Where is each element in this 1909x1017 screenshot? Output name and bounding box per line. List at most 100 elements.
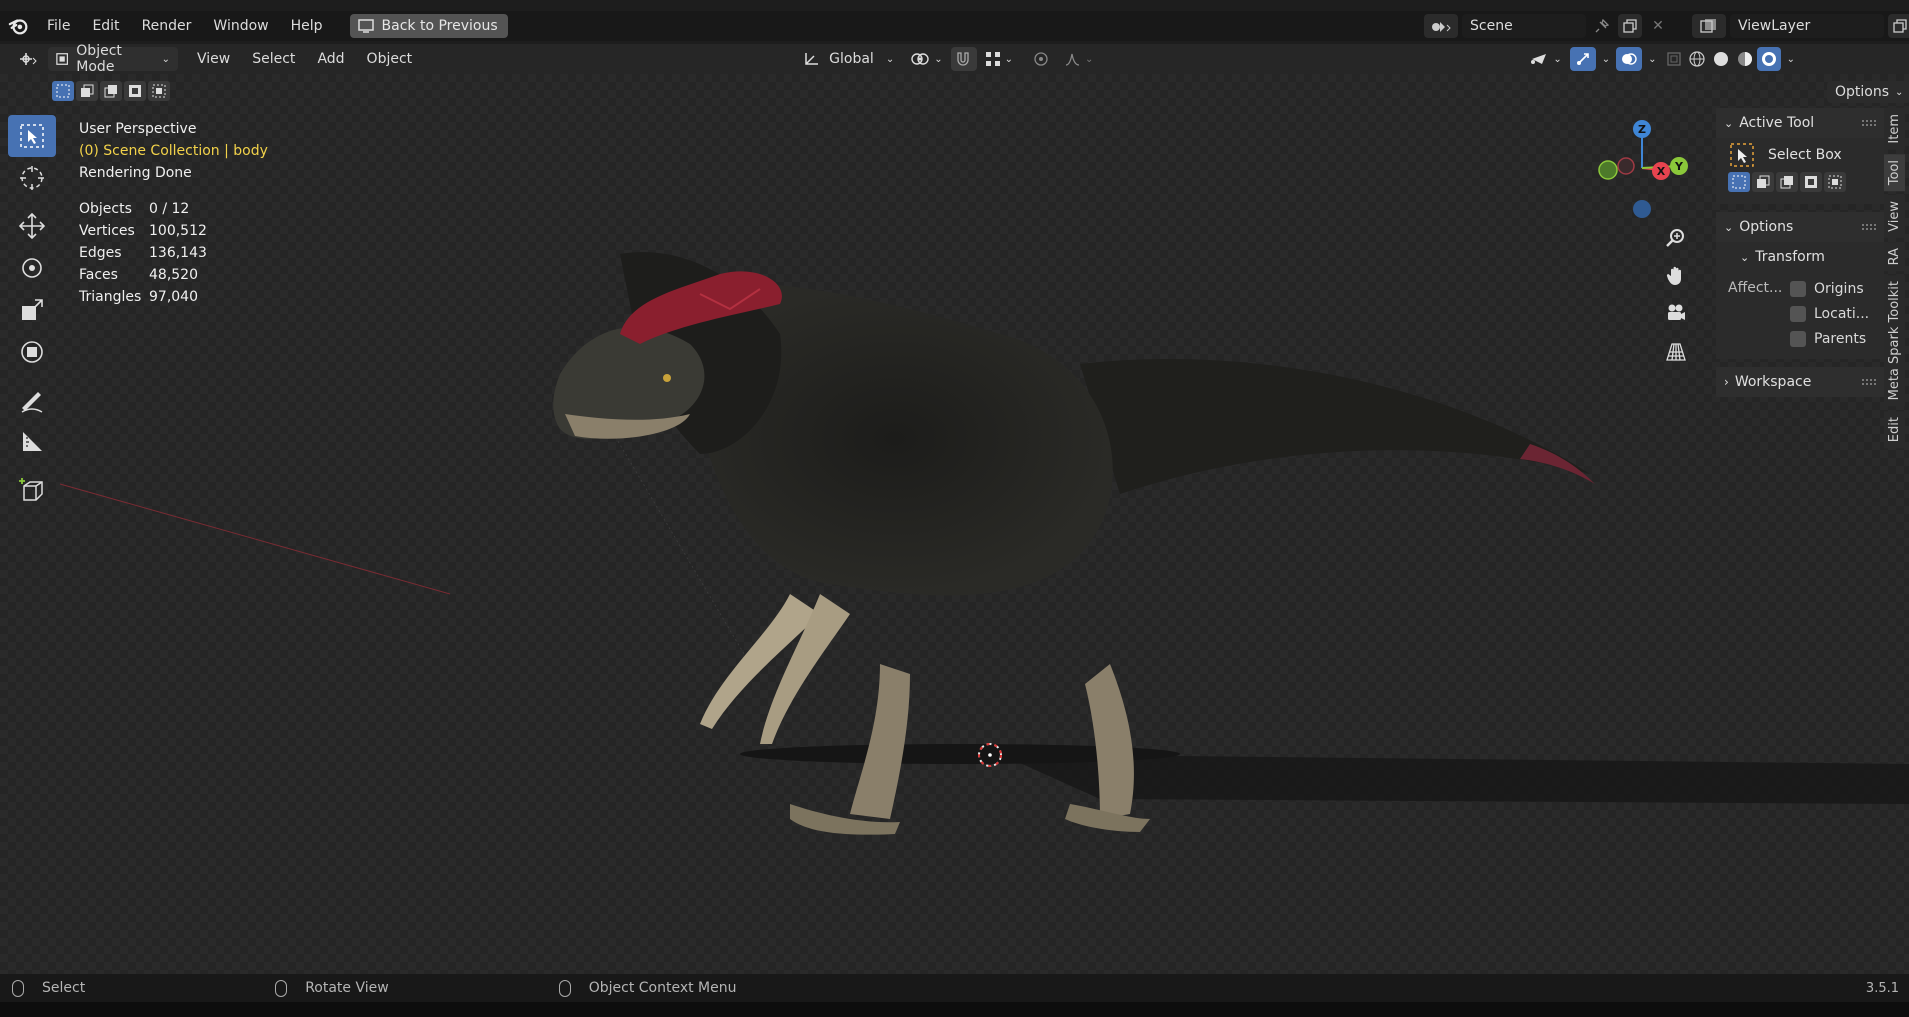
gizmo-neg-y-ball[interactable] (1598, 160, 1618, 180)
visibility-dropdown[interactable]: ⌄ (1521, 47, 1569, 71)
select-mode-intersect[interactable] (148, 81, 170, 101)
workspace-panel-header[interactable]: › Workspace (1716, 367, 1884, 397)
select-mode-new[interactable] (52, 81, 74, 101)
header-menu-add[interactable]: Add (306, 44, 355, 74)
navigation-gizmo[interactable]: Z X Y (1588, 113, 1698, 223)
rotate-icon (22, 258, 42, 278)
zoom-button[interactable] (1661, 224, 1691, 252)
editor-type-button[interactable] (10, 47, 46, 71)
transform-subpanel-header[interactable]: ⌄ Transform (1716, 242, 1884, 272)
tool-select-box[interactable] (8, 115, 56, 157)
header-menu-view[interactable]: View (186, 44, 241, 74)
tab-edit[interactable]: Edit (1884, 410, 1905, 448)
tab-meta-spark-toolkit[interactable]: Meta Spark Toolkit (1884, 275, 1905, 407)
active-tool-panel-header[interactable]: ⌄ Active Tool (1716, 108, 1884, 138)
options-panel-header[interactable]: ⌄ Options (1716, 212, 1884, 242)
shading-solid[interactable] (1709, 47, 1733, 71)
camera-view-button[interactable] (1661, 300, 1691, 328)
overlays-toggle[interactable] (1616, 47, 1643, 71)
view-layer-field[interactable]: ViewLayer (1730, 14, 1884, 38)
back-to-previous-button[interactable]: Back to Previous (349, 14, 508, 38)
tool-move[interactable] (8, 205, 56, 247)
affect-parents-checkbox[interactable]: Parents (1790, 326, 1869, 351)
shading-material[interactable] (1733, 47, 1757, 71)
annotate-pen-icon (21, 392, 43, 413)
tab-item[interactable]: Item (1884, 108, 1905, 150)
chevron-down-icon[interactable]: ⌄ (1787, 54, 1795, 65)
checkbox-box[interactable] (1790, 280, 1806, 297)
xray-toggle[interactable] (1663, 47, 1685, 71)
scene-selector-group: Scene ✕ ViewLayer ❚❚ (1424, 14, 1909, 38)
options-dropdown[interactable]: Options ⌄ (1827, 81, 1909, 103)
menu-file[interactable]: File (36, 11, 81, 41)
tool-scale[interactable] (8, 289, 56, 331)
active-tool-row[interactable]: Select Box (1716, 138, 1884, 172)
gizmo-neg-z-ball[interactable] (1633, 200, 1651, 218)
checkbox-box[interactable] (1790, 330, 1806, 347)
menu-window[interactable]: Window (202, 11, 279, 41)
tab-view[interactable]: View (1884, 194, 1905, 238)
tool-cursor[interactable] (8, 157, 56, 199)
shading-rendered[interactable] (1756, 47, 1781, 71)
transform-orientation-dropdown[interactable]: Global ⌄ (795, 47, 902, 71)
scene-name-field[interactable]: Scene (1462, 14, 1586, 38)
affect-locations-checkbox[interactable]: Locati... (1790, 301, 1869, 326)
blender-logo-icon[interactable] (8, 15, 30, 37)
sidebar-n-panel: ⌄ Active Tool Select Box ⌄ Options ⌄ Tra… (1716, 108, 1884, 397)
select-mode-invert[interactable] (124, 81, 146, 101)
chevron-down-icon[interactable]: ⌄ (1602, 54, 1610, 65)
select-mode-extend[interactable] (76, 81, 98, 101)
stats-label: Triangles (79, 289, 142, 305)
scene-browse-button[interactable] (1424, 14, 1458, 38)
viewport-header: Object Mode ⌄ View Select Add Object Glo… (0, 43, 1909, 75)
gizmo-x-label: X (1657, 165, 1666, 178)
view-layer-browse-button[interactable] (1692, 14, 1726, 38)
menu-edit[interactable]: Edit (81, 11, 130, 41)
select-mode-intersect[interactable] (1824, 172, 1846, 192)
stats-row: Faces 48,520 (79, 264, 207, 286)
select-mode-subtract[interactable] (100, 81, 122, 101)
status-bar: Select Rotate View Object Context Menu 3… (0, 974, 1909, 1002)
mode-dropdown[interactable]: Object Mode ⌄ (48, 43, 178, 75)
tab-tool[interactable]: Tool (1884, 153, 1905, 191)
pan-button[interactable] (1661, 262, 1691, 290)
tool-measure[interactable] (8, 421, 56, 463)
new-view-layer-button[interactable] (1888, 14, 1909, 38)
pivot-point-dropdown[interactable]: ⌄ (902, 47, 950, 71)
tool-add-cube[interactable] (8, 469, 56, 511)
shading-wireframe[interactable] (1685, 47, 1709, 71)
mouse-middle-icon (275, 979, 288, 997)
pin-scene-button[interactable] (1590, 14, 1614, 38)
falloff-curve-icon (1065, 53, 1080, 66)
drag-grip-icon[interactable] (1862, 224, 1876, 230)
select-mode-new[interactable] (1728, 172, 1750, 192)
gizmo-neg-x-ball[interactable] (1617, 157, 1635, 175)
duplicate-icon (1623, 19, 1637, 33)
new-scene-button[interactable] (1618, 14, 1642, 38)
delete-scene-button[interactable]: ✕ (1646, 14, 1670, 38)
tool-annotate[interactable] (8, 379, 56, 421)
menu-help[interactable]: Help (280, 11, 334, 41)
chevron-down-icon: ⌄ (1724, 116, 1734, 130)
snap-toggle[interactable] (950, 47, 977, 71)
select-mode-extend[interactable] (1752, 172, 1774, 192)
checkbox-box[interactable] (1790, 305, 1806, 322)
select-mode-invert[interactable] (1800, 172, 1822, 192)
drag-grip-icon[interactable] (1862, 120, 1876, 126)
perspective-toggle-button[interactable] (1661, 338, 1691, 366)
select-mode-subtract[interactable] (1776, 172, 1798, 192)
tab-ra[interactable]: RA (1884, 241, 1905, 272)
snap-target-dropdown[interactable]: ⌄ (977, 47, 1021, 71)
falloff-dropdown[interactable]: ⌄ (1057, 47, 1101, 71)
tool-rotate[interactable] (8, 247, 56, 289)
affect-origins-checkbox[interactable]: Origins (1790, 276, 1869, 301)
chevron-down-icon[interactable]: ⌄ (1648, 54, 1656, 65)
menu-render[interactable]: Render (131, 11, 203, 41)
proportional-edit-toggle[interactable] (1025, 47, 1057, 71)
header-menu-object[interactable]: Object (356, 44, 424, 74)
header-menu-select[interactable]: Select (241, 44, 306, 74)
gizmo-toggle[interactable] (1569, 47, 1596, 71)
drag-grip-icon[interactable] (1862, 379, 1876, 385)
chevron-down-icon: ⌄ (885, 53, 895, 65)
tool-transform[interactable] (8, 331, 56, 373)
